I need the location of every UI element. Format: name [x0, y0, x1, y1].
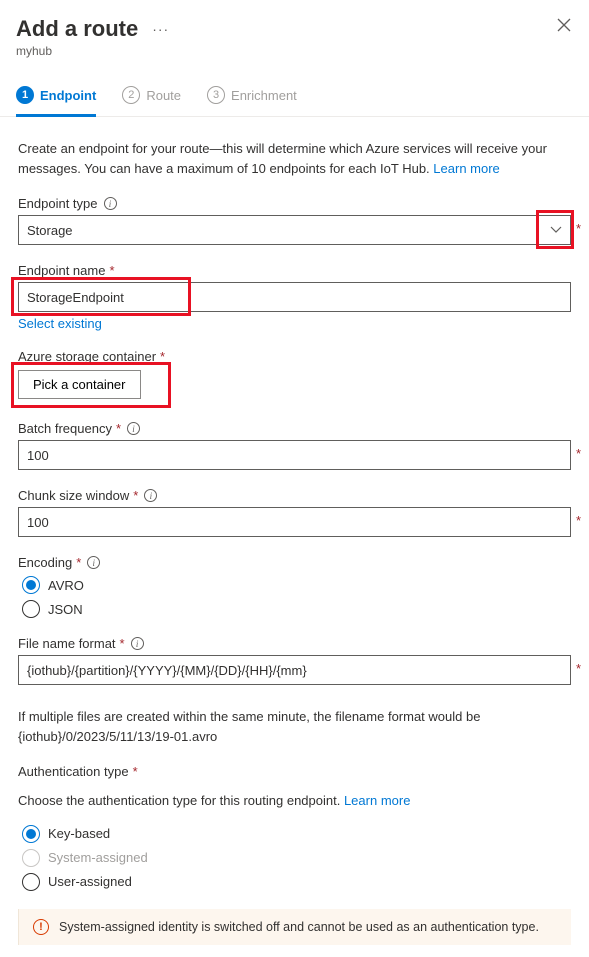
endpoint-name-label: Endpoint name: [18, 263, 105, 278]
batch-frequency-input[interactable]: [18, 440, 571, 470]
auth-option-system-assigned: System-assigned: [22, 849, 571, 867]
radio-icon: [22, 825, 40, 843]
filename-format-input[interactable]: [18, 655, 571, 685]
step-route[interactable]: 2 Route: [122, 76, 181, 116]
auth-learn-more-link[interactable]: Learn more: [344, 793, 410, 808]
radio-icon: [22, 873, 40, 891]
container-label: Azure storage container: [18, 349, 156, 364]
batch-frequency-label: Batch frequency: [18, 421, 112, 436]
radio-icon: [22, 849, 40, 867]
step-number: 3: [207, 86, 225, 104]
page-title: Add a route: [16, 16, 138, 42]
filename-format-label: File name format: [18, 636, 116, 651]
radio-label: System-assigned: [48, 850, 148, 865]
pick-container-button[interactable]: Pick a container: [18, 370, 141, 399]
radio-label: JSON: [48, 602, 83, 617]
select-existing-link[interactable]: Select existing: [18, 316, 102, 331]
radio-label: User-assigned: [48, 874, 132, 889]
radio-icon: [22, 600, 40, 618]
auth-option-key-based[interactable]: Key-based: [22, 825, 571, 843]
intro-text: Create an endpoint for your route—this w…: [18, 139, 571, 178]
endpoint-name-input[interactable]: [18, 282, 571, 312]
info-icon[interactable]: i: [104, 197, 117, 210]
more-icon[interactable]: ···: [152, 21, 169, 37]
filename-note: If multiple files are created within the…: [0, 707, 589, 746]
step-label: Route: [146, 88, 181, 103]
warning-icon: !: [33, 919, 49, 935]
info-icon[interactable]: i: [87, 556, 100, 569]
hub-name: myhub: [16, 44, 569, 58]
close-icon[interactable]: [557, 18, 571, 36]
endpoint-type-label: Endpoint type: [18, 196, 98, 211]
encoding-option-json[interactable]: JSON: [22, 600, 571, 618]
identity-warning-alert: ! System-assigned identity is switched o…: [18, 909, 571, 945]
step-nav: 1 Endpoint 2 Route 3 Enrichment: [0, 76, 589, 117]
info-icon[interactable]: i: [127, 422, 140, 435]
radio-label: AVRO: [48, 578, 84, 593]
step-label: Enrichment: [231, 88, 297, 103]
step-label: Endpoint: [40, 88, 96, 103]
step-enrichment[interactable]: 3 Enrichment: [207, 76, 297, 116]
radio-label: Key-based: [48, 826, 110, 841]
step-number: 2: [122, 86, 140, 104]
info-icon[interactable]: i: [131, 637, 144, 650]
info-icon[interactable]: i: [144, 489, 157, 502]
step-endpoint[interactable]: 1 Endpoint: [16, 76, 96, 116]
chunk-size-input[interactable]: [18, 507, 571, 537]
radio-icon: [22, 576, 40, 594]
auth-option-user-assigned[interactable]: User-assigned: [22, 873, 571, 891]
alert-text: System-assigned identity is switched off…: [59, 920, 539, 934]
auth-description: Choose the authentication type for this …: [18, 791, 571, 811]
chunk-size-label: Chunk size window: [18, 488, 129, 503]
auth-type-label: Authentication type: [18, 764, 129, 779]
endpoint-type-select[interactable]: [18, 215, 571, 245]
step-number: 1: [16, 86, 34, 104]
encoding-label: Encoding: [18, 555, 72, 570]
learn-more-link[interactable]: Learn more: [433, 161, 499, 176]
encoding-option-avro[interactable]: AVRO: [22, 576, 571, 594]
